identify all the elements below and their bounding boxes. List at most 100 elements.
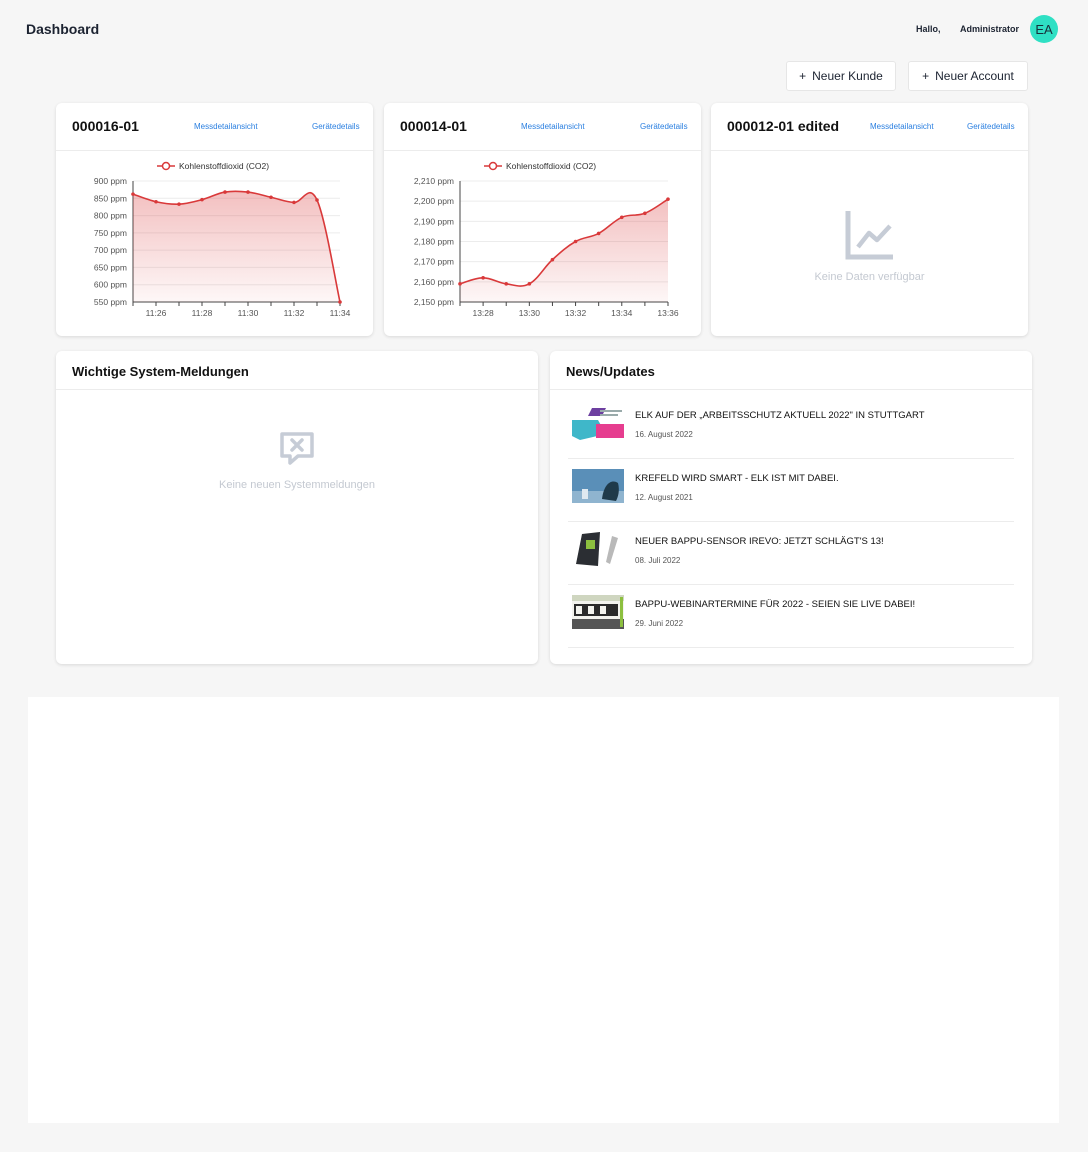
x-tick-label: 13:32 bbox=[565, 308, 587, 318]
device-card-2: 000014-01 Messdetailansicht Gerätedetail… bbox=[384, 103, 701, 336]
system-messages-header: Wichtige System-Meldungen bbox=[56, 351, 538, 390]
x-tick-label: 11:34 bbox=[330, 308, 351, 318]
measure-detail-link[interactable]: Messdetailansicht bbox=[870, 122, 934, 131]
x-tick-label: 13:36 bbox=[657, 308, 679, 318]
x-tick-label: 13:28 bbox=[472, 308, 494, 318]
data-point[interactable] bbox=[154, 199, 158, 204]
y-tick-label: 750 ppm bbox=[94, 228, 127, 238]
y-tick-label: 2,200 ppm bbox=[414, 196, 454, 206]
data-point[interactable] bbox=[200, 197, 204, 202]
news-item-date: 29. Juni 2022 bbox=[635, 619, 684, 628]
new-customer-label: Neuer Kunde bbox=[812, 69, 883, 83]
news-thumbnail[interactable] bbox=[572, 532, 624, 566]
data-point[interactable] bbox=[573, 239, 578, 244]
device-card-header: 000016-01 Messdetailansicht Gerätedetail… bbox=[56, 103, 373, 151]
avatar[interactable]: EA bbox=[1030, 15, 1058, 43]
y-tick-label: 700 ppm bbox=[94, 245, 127, 255]
y-tick-label: 550 ppm bbox=[94, 297, 127, 307]
y-tick-label: 2,180 ppm bbox=[414, 237, 454, 247]
data-point[interactable] bbox=[131, 192, 135, 196]
y-tick-label: 2,170 ppm bbox=[414, 257, 454, 267]
data-point[interactable] bbox=[481, 276, 485, 280]
line-chart-icon bbox=[845, 211, 893, 260]
news-item[interactable]: NEUER BAPPU-SENSOR IREVO: JETZT SCHLÄGT'… bbox=[568, 522, 1014, 585]
measure-detail-link[interactable]: Messdetailansicht bbox=[194, 122, 258, 131]
y-tick-label: 2,190 ppm bbox=[414, 216, 454, 226]
no-messages-text: Keine neuen Systemmeldungen bbox=[219, 479, 375, 491]
news-item[interactable]: ELK AUF DER „ARBEITSSCHUTZ AKTUELL 2022"… bbox=[568, 396, 1014, 459]
plus-icon: + bbox=[799, 69, 807, 83]
data-point[interactable] bbox=[527, 282, 532, 286]
device-detail-link[interactable]: Gerätedetails bbox=[640, 122, 688, 131]
data-point[interactable] bbox=[177, 202, 181, 206]
news-item-date: 08. Juli 2022 bbox=[635, 556, 681, 565]
news-title: News/Updates bbox=[566, 364, 655, 379]
news-item-title[interactable]: ELK AUF DER „ARBEITSSCHUTZ AKTUELL 2022"… bbox=[635, 410, 925, 421]
news-item-date: 12. August 2021 bbox=[635, 493, 693, 502]
co2-chart-1: 550 ppm 600 ppm 650 ppm 700 ppm 750 ppm 800 p… bbox=[94, 176, 351, 318]
co2-chart-2: 2,150 ppm 2,160 ppm 2,170 ppm 2,180 ppm 2,19… bbox=[414, 176, 679, 318]
data-point[interactable] bbox=[315, 198, 319, 202]
measure-detail-link[interactable]: Messdetailansicht bbox=[521, 122, 585, 131]
data-point[interactable] bbox=[338, 300, 342, 304]
data-point[interactable] bbox=[619, 215, 624, 220]
new-customer-button[interactable]: + Neuer Kunde bbox=[786, 61, 896, 91]
news-item-title[interactable]: BAPPU-WEBINARTERMINE FÜR 2022 - SEIEN SI… bbox=[635, 599, 915, 610]
data-point[interactable] bbox=[458, 282, 462, 286]
device-card-1: 000016-01 Messdetailansicht Gerätedetail… bbox=[56, 103, 373, 336]
data-point[interactable] bbox=[596, 231, 601, 236]
y-tick-label: 850 ppm bbox=[94, 193, 127, 203]
news-item[interactable]: BAPPU-WEBINARTERMINE FÜR 2022 - SEIEN SI… bbox=[568, 585, 1014, 648]
x-tick-label: 13:34 bbox=[611, 308, 633, 318]
new-account-button[interactable]: + Neuer Account bbox=[908, 61, 1028, 91]
news-header: News/Updates bbox=[550, 351, 1032, 390]
data-point[interactable] bbox=[550, 257, 555, 262]
x-tick-label: 13:30 bbox=[519, 308, 541, 318]
news-item-date: 16. August 2022 bbox=[635, 430, 693, 439]
device-detail-link[interactable]: Gerätedetails bbox=[967, 122, 1015, 131]
device-card-header: 000012-01 edited Messdetailansicht Gerät… bbox=[711, 103, 1028, 151]
data-point[interactable] bbox=[643, 211, 647, 216]
y-tick-label: 650 ppm bbox=[94, 262, 127, 272]
greeting-text: Hallo, bbox=[916, 24, 941, 34]
x-tick-label: 11:30 bbox=[238, 308, 259, 318]
new-account-label: Neuer Account bbox=[935, 69, 1014, 83]
y-tick-label: 900 ppm bbox=[94, 176, 127, 186]
news-item[interactable]: KREFELD WIRD SMART - ELK IST MIT DABEI. … bbox=[568, 459, 1014, 522]
series-area bbox=[133, 191, 340, 302]
y-tick-label: 800 ppm bbox=[94, 211, 127, 221]
data-point[interactable] bbox=[246, 190, 250, 194]
y-tick-label: 2,160 ppm bbox=[414, 277, 454, 287]
device-title: 000016-01 bbox=[72, 118, 139, 134]
data-point[interactable] bbox=[292, 200, 296, 205]
x-tick-label: 11:26 bbox=[146, 308, 167, 318]
news-item-title[interactable]: KREFELD WIRD SMART - ELK IST MIT DABEI. bbox=[635, 473, 839, 484]
system-messages-title: Wichtige System-Meldungen bbox=[72, 364, 249, 379]
data-point[interactable] bbox=[666, 197, 670, 201]
no-data-text: Keine Daten verfügbar bbox=[814, 271, 925, 283]
content-panel bbox=[28, 697, 1059, 1123]
y-tick-label: 2,150 ppm bbox=[414, 297, 454, 307]
top-bar: Dashboard Hallo, Administrator EA bbox=[0, 0, 1088, 58]
x-tick-label: 11:32 bbox=[284, 308, 305, 318]
data-point[interactable] bbox=[504, 282, 509, 286]
device-title: 000012-01 edited bbox=[727, 118, 840, 134]
news-thumbnail[interactable] bbox=[572, 595, 624, 629]
page-title: Dashboard bbox=[26, 21, 100, 37]
system-messages-card: Wichtige System-Meldungen Keine neuen Sy… bbox=[56, 351, 538, 664]
x-tick-label: 11:28 bbox=[192, 308, 213, 318]
data-point[interactable] bbox=[223, 190, 227, 194]
device-detail-link[interactable]: Gerätedetails bbox=[312, 122, 360, 131]
data-point[interactable] bbox=[269, 195, 273, 200]
device-title: 000014-01 bbox=[400, 118, 467, 134]
device-card-3: 000012-01 edited Messdetailansicht Gerät… bbox=[711, 103, 1028, 336]
news-thumbnail[interactable] bbox=[572, 406, 624, 440]
y-tick-label: 2,210 ppm bbox=[414, 176, 454, 186]
news-item-title[interactable]: NEUER BAPPU-SENSOR IREVO: JETZT SCHLÄGT'… bbox=[635, 536, 884, 547]
message-close-icon bbox=[280, 432, 314, 465]
news-thumbnail[interactable] bbox=[572, 469, 624, 503]
y-tick-label: 600 ppm bbox=[94, 280, 127, 290]
plus-icon: + bbox=[922, 69, 930, 83]
user-name[interactable]: Administrator bbox=[960, 24, 1019, 34]
news-card: News/Updates ELK AUF DER „ARBEITSSCHUTZ … bbox=[550, 351, 1032, 664]
